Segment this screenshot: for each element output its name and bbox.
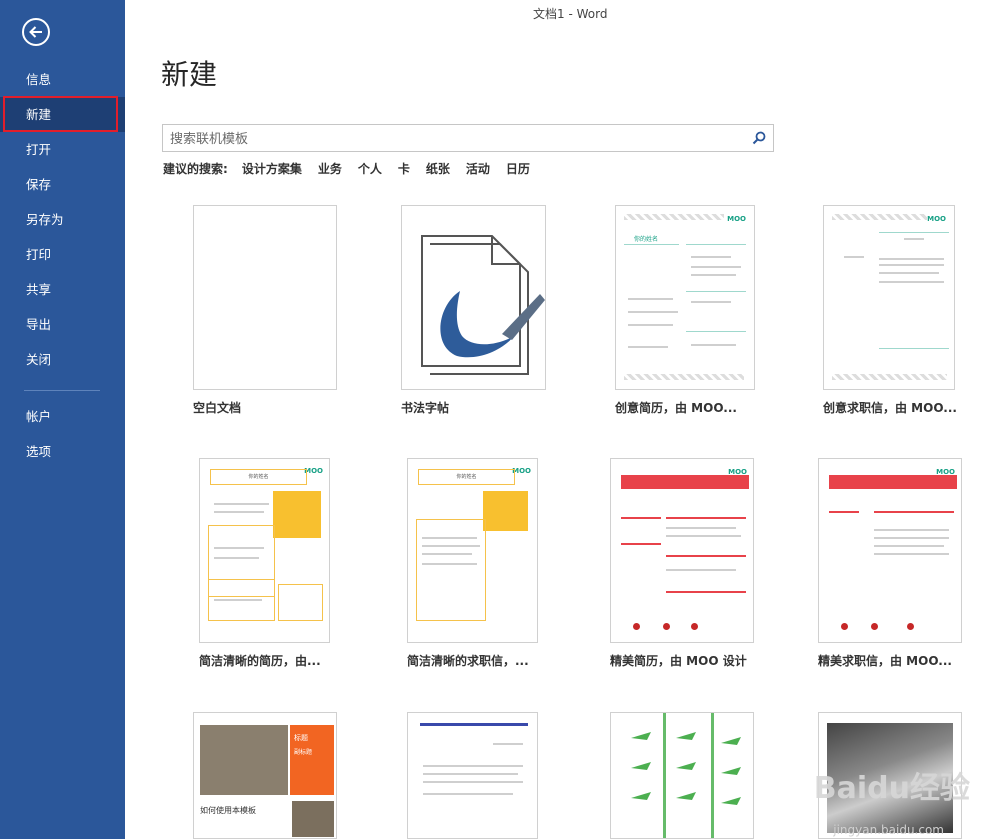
nav-save-as[interactable]: 另存为 bbox=[0, 202, 125, 237]
back-button[interactable] bbox=[22, 18, 50, 46]
suggest-link-design-sets[interactable]: 设计方案集 bbox=[242, 160, 302, 177]
nav-export[interactable]: 导出 bbox=[0, 307, 125, 342]
flyer-heading: 如何使用本模板 bbox=[200, 806, 256, 815]
nav-options[interactable]: 选项 bbox=[0, 434, 125, 469]
template-label-blank: 空白文档 bbox=[193, 401, 242, 415]
template-label-creative-resume: 创意简历，由 MOO... bbox=[615, 401, 737, 415]
nav-save[interactable]: 保存 bbox=[0, 167, 125, 202]
moo-logo: MOO bbox=[936, 468, 955, 476]
template-thumb-polished-cover-letter[interactable]: MOO bbox=[818, 458, 962, 643]
nav-print[interactable]: 打印 bbox=[0, 237, 125, 272]
template-thumb-clean-resume[interactable]: MOO 你的姓名 bbox=[199, 458, 330, 643]
template-label-clean-cover-letter: 简洁清晰的求职信，... bbox=[407, 654, 529, 668]
template-label-polished-cover-letter: 精美求职信，由 MOO... bbox=[818, 654, 952, 668]
template-label-polished-resume: 精美简历，由 MOO 设计 bbox=[610, 654, 747, 668]
watermark-logo: Baidu经验 bbox=[813, 771, 970, 806]
nav-divider bbox=[24, 390, 100, 391]
calligraphy-brush-icon bbox=[421, 235, 545, 375]
template-thumb-clean-cover-letter[interactable]: MOO 你的姓名 bbox=[407, 458, 538, 643]
template-thumb-flyer[interactable]: 标题 副标题 如何使用本模板 bbox=[193, 712, 337, 839]
flyer-subtitle: 副标题 bbox=[294, 749, 313, 756]
template-thumb-blank[interactable] bbox=[193, 205, 337, 390]
page-title: 新建 bbox=[161, 58, 218, 91]
watermark-url: jingyan.baidu.com bbox=[833, 823, 944, 837]
nav-open[interactable]: 打开 bbox=[0, 132, 125, 167]
suggested-searches: 建议的搜索: 设计方案集 业务 个人 卡 纸张 活动 日历 bbox=[163, 160, 546, 177]
flyer-title: 标题 bbox=[294, 734, 308, 742]
resume-name: 你的姓名 bbox=[418, 469, 515, 485]
search-input[interactable] bbox=[163, 125, 752, 153]
nav-new[interactable]: 新建 bbox=[0, 96, 125, 132]
template-thumb-creative-resume[interactable]: MOO 你的姓名 bbox=[615, 205, 755, 390]
moo-logo: MOO bbox=[727, 215, 746, 223]
backstage-sidebar: 信息 新建 打开 保存 另存为 打印 共享 导出 关闭 帐户 选项 bbox=[0, 0, 125, 839]
template-thumb-polished-resume[interactable]: MOO bbox=[610, 458, 754, 643]
template-thumb-letter[interactable] bbox=[407, 712, 538, 839]
suggest-link-events[interactable]: 活动 bbox=[466, 160, 490, 177]
resume-name: 你的姓名 bbox=[210, 469, 307, 485]
nav-share[interactable]: 共享 bbox=[0, 272, 125, 307]
back-arrow-icon bbox=[29, 26, 42, 38]
nav-account[interactable]: 帐户 bbox=[0, 399, 125, 434]
search-box bbox=[162, 124, 774, 153]
suggest-link-paper[interactable]: 纸张 bbox=[426, 160, 450, 177]
window-title: 文档1 - Word bbox=[533, 7, 608, 21]
template-thumb-bamboo[interactable] bbox=[610, 712, 754, 839]
suggested-searches-label: 建议的搜索: bbox=[163, 162, 228, 176]
nav-close[interactable]: 关闭 bbox=[0, 342, 125, 377]
moo-logo: MOO bbox=[728, 468, 747, 476]
suggest-link-cards[interactable]: 卡 bbox=[398, 160, 410, 177]
nav-info[interactable]: 信息 bbox=[0, 62, 125, 97]
backstage-nav: 信息 新建 打开 保存 另存为 打印 共享 导出 关闭 帐户 选项 bbox=[0, 62, 125, 469]
template-thumb-creative-cover-letter[interactable]: MOO bbox=[823, 205, 955, 390]
suggest-link-calendar[interactable]: 日历 bbox=[506, 160, 530, 177]
suggest-link-personal[interactable]: 个人 bbox=[358, 160, 382, 177]
moo-logo: MOO bbox=[927, 215, 946, 223]
search-icon[interactable] bbox=[752, 131, 766, 145]
template-label-clean-resume: 简洁清晰的简历，由... bbox=[199, 654, 321, 668]
template-label-calligraphy: 书法字帖 bbox=[401, 401, 450, 415]
resume-name: 你的姓名 bbox=[634, 236, 659, 243]
template-label-creative-cover-letter: 创意求职信，由 MOO... bbox=[823, 401, 957, 415]
template-thumb-calligraphy[interactable] bbox=[401, 205, 546, 390]
bamboo-leaves-icon bbox=[631, 713, 741, 838]
suggest-link-business[interactable]: 业务 bbox=[318, 160, 342, 177]
